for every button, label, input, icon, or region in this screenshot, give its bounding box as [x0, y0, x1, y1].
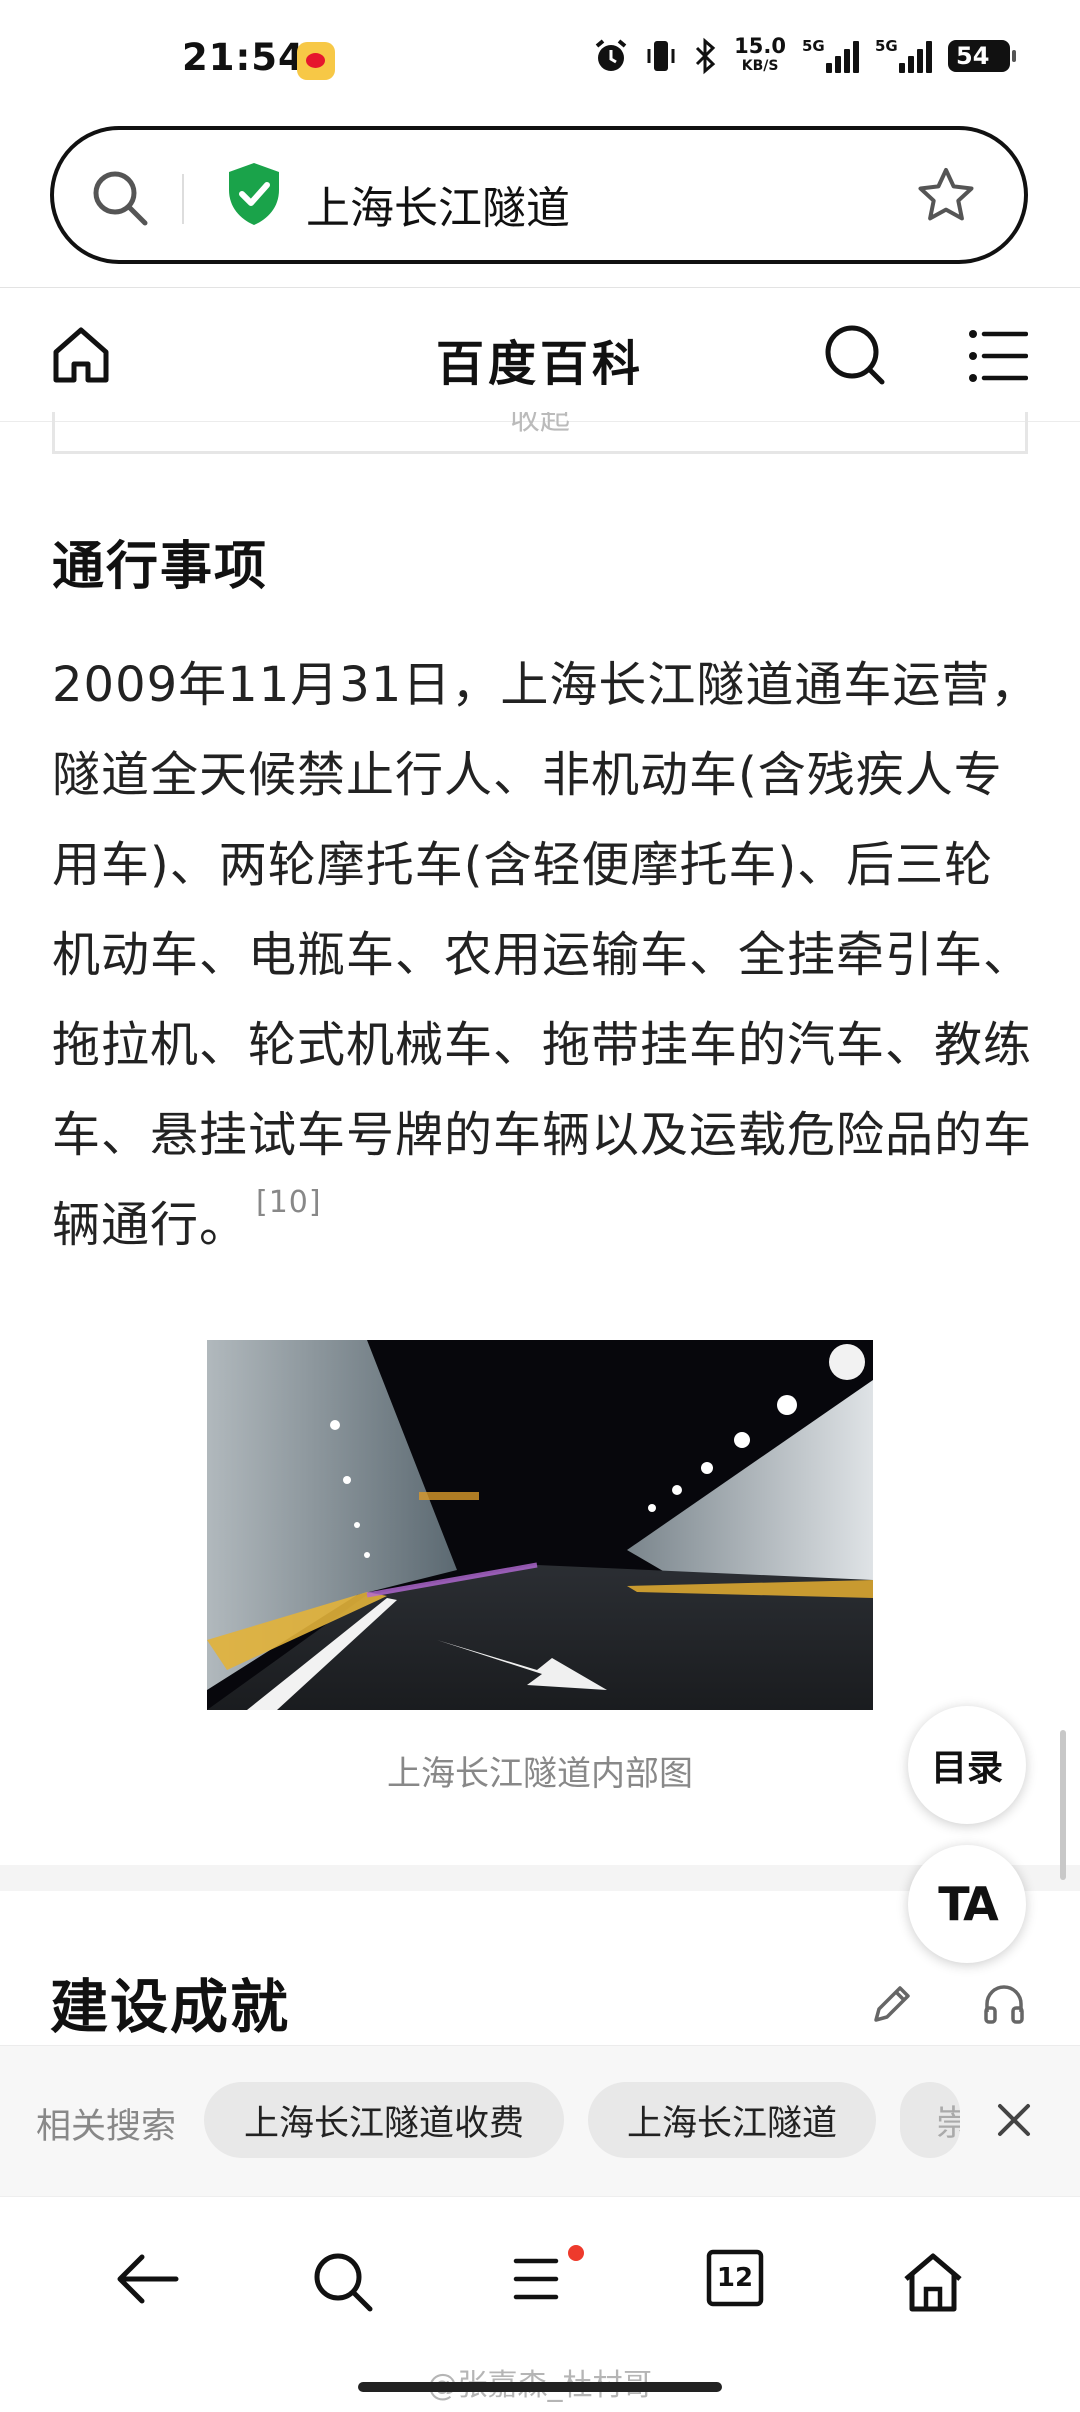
back-arrow-icon[interactable] — [112, 2249, 182, 2309]
vibrate-icon — [647, 41, 675, 71]
address-bar[interactable]: 上海长江隧道 — [50, 126, 1028, 264]
close-icon[interactable] — [990, 2096, 1038, 2144]
gesture-bar[interactable] — [358, 2382, 722, 2392]
search-icon[interactable] — [310, 2249, 376, 2315]
address-query[interactable]: 上海长江隧道 — [306, 172, 570, 236]
net-speed: 15.0 KB/S — [734, 34, 786, 75]
citation-link[interactable]: [10] — [256, 1185, 322, 1220]
related-search-label: 相关搜索 — [36, 2107, 177, 2147]
weibo-icon — [297, 42, 335, 80]
menu-button[interactable] — [510, 2245, 584, 2309]
menu-icon — [513, 2258, 559, 2300]
alarm-icon — [595, 39, 627, 71]
divider — [182, 174, 184, 224]
menu-icon[interactable] — [968, 328, 1028, 384]
bottom-nav: 12 — [0, 2196, 1080, 2367]
section-heading-2: 建设成就 — [50, 1973, 291, 2041]
toc-button[interactable]: 目录 — [908, 1706, 1026, 1824]
section-heading: 通行事项 — [52, 537, 269, 597]
tunnel-image[interactable] — [207, 1340, 873, 1710]
status-bar: 21:54 15.0 KB/S 5G 5G 54 — [0, 0, 1080, 120]
shield-check-icon — [229, 163, 279, 225]
tab-count: 12 — [716, 2263, 754, 2293]
battery-indicator: 54 — [948, 40, 1016, 72]
related-search-bar: 相关搜索 上海长江隧道收费 上海长江隧道 崇 — [0, 2045, 1080, 2196]
status-time: 21:54 — [182, 36, 305, 79]
tabs-button[interactable]: 12 — [706, 2249, 764, 2307]
bluetooth-icon — [696, 37, 716, 75]
related-chip[interactable]: 上海长江隧道收费 — [204, 2082, 564, 2158]
ta-button[interactable]: TA — [908, 1845, 1026, 1963]
section-body: 2009年11月31日，上海长江隧道通车运营，隧道全天候禁止行人、非机动车(含残… — [52, 640, 1042, 1270]
status-icons: 15.0 KB/S 5G 5G 54 — [592, 34, 1016, 78]
page-title: 百度百科 — [435, 336, 644, 392]
search-icon[interactable] — [88, 166, 152, 230]
signal-5g-2: 5G — [875, 37, 932, 73]
headphones-icon[interactable] — [980, 1980, 1028, 2028]
collapsed-box[interactable]: 收起 — [52, 412, 1028, 454]
related-chip[interactable]: 上海长江隧道 — [588, 2082, 876, 2158]
edit-icon[interactable] — [868, 1980, 916, 2028]
signal-5g-1: 5G — [802, 37, 859, 73]
notification-dot — [568, 2245, 584, 2261]
related-chip[interactable]: 崇 — [900, 2082, 960, 2158]
star-icon[interactable] — [914, 164, 978, 228]
body-text: 2009年11月31日，上海长江隧道通车运营，隧道全天候禁止行人、非机动车(含残… — [52, 657, 1040, 1253]
home-icon[interactable] — [900, 2249, 966, 2315]
scrollbar[interactable] — [1060, 1730, 1066, 1880]
baike-header: 百度百科 — [0, 287, 1080, 422]
search-icon[interactable] — [822, 322, 888, 388]
